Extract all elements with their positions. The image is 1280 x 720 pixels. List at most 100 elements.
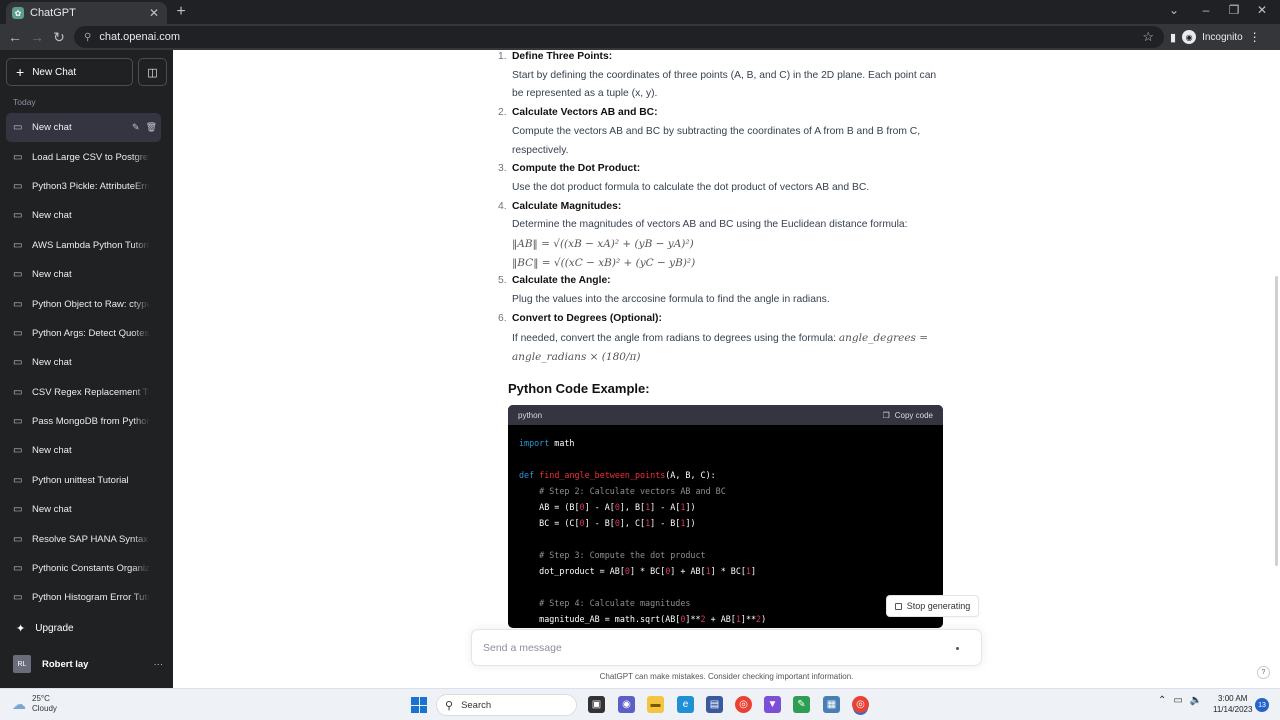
assistant-message: 1. Define Three Points: Start by definin…	[497, 50, 947, 368]
restore-icon[interactable]: ❐	[1224, 3, 1244, 17]
windows-start-icon[interactable]	[411, 697, 427, 713]
step-text: Plug the values into the arccosine formu…	[512, 294, 830, 306]
chat-history-item[interactable]: ▭ New chat	[6, 436, 161, 465]
window-close-icon[interactable]: ✕	[1252, 3, 1272, 17]
step-number: 4.	[498, 200, 507, 212]
browser-menu-icon[interactable]: ⋮	[1249, 30, 1261, 44]
new-chat-button[interactable]: + New Chat	[6, 58, 133, 86]
weather-condition: Cloudy	[32, 704, 57, 713]
more-icon[interactable]: ···	[154, 659, 164, 670]
sidebar-toggle-button[interactable]: ◫	[138, 58, 167, 86]
tray-chevron-icon[interactable]: ⌃	[1158, 695, 1166, 706]
vpn-app-icon[interactable]: ▼	[764, 696, 781, 713]
chat-history-label: New chat	[32, 504, 72, 516]
step-text: Compute the vectors AB and BC by subtrac…	[512, 125, 921, 156]
step-item: 1. Define Three Points: Start by definin…	[497, 48, 947, 104]
chat-history-label: Python Args: Detect Quotes	[32, 327, 150, 339]
task-view-icon[interactable]: ▣	[588, 696, 605, 713]
help-icon[interactable]: ?	[1257, 666, 1270, 679]
tab-close-icon[interactable]: ✕	[147, 6, 161, 20]
volume-icon[interactable]: 🔈	[1190, 695, 1202, 706]
chat-bubble-icon: ▭	[13, 357, 23, 369]
chat-history-item[interactable]: ▭ Python unittest Tutorial	[6, 466, 161, 495]
chat-history-item[interactable]: ▭ Python Histogram Error Tutorial	[6, 583, 161, 612]
new-tab-icon[interactable]: +	[172, 3, 190, 21]
upgrade-label: Upgrade	[35, 623, 74, 634]
bookmark-star-icon[interactable]: ☆	[1142, 29, 1154, 45]
chat-history-label: New chat	[32, 210, 72, 222]
chat-history-item[interactable]: ▭ New chat	[6, 201, 161, 230]
remote-desktop-icon[interactable]: ▦	[823, 696, 840, 713]
edit-pencil-icon[interactable]: ✎	[132, 122, 140, 133]
clock-date: 11/14/2023	[1213, 705, 1253, 714]
address-bar[interactable]: ⚲ chat.openai.com ☆	[74, 26, 1164, 48]
tab-title: ChatGPT	[30, 7, 76, 19]
chat-history-item[interactable]: ▭ Python3 Pickle: AttributeError	[6, 172, 161, 201]
chrome-active-icon[interactable]: ◎	[852, 696, 869, 713]
browser-toolbar: ← → ↻ ⚲ chat.openai.com ☆ ▮ ◉ Incognito …	[0, 24, 1280, 50]
chat-history-item[interactable]: ▭ Python Object to Raw: ctypes	[6, 289, 161, 318]
chat-history-label: Pass MongoDB from Python	[32, 416, 150, 428]
chat-history-item[interactable]: ▭ New chat ✎ 🗑	[6, 113, 161, 143]
user-menu[interactable]: RL Robert lay ···	[13, 655, 163, 673]
chat-history-item[interactable]: ▭ Pythonic Constants Organization	[6, 554, 161, 583]
notification-badge[interactable]: 13	[1255, 698, 1269, 712]
chat-history-item[interactable]: ▭ New chat	[6, 348, 161, 377]
cloud-icon: ☁	[12, 696, 26, 712]
network-icon[interactable]: ▭	[1173, 695, 1182, 706]
incognito-icon[interactable]: ◉	[1182, 30, 1197, 44]
scrollbar[interactable]	[1275, 276, 1278, 566]
copy-code-label: Copy code	[894, 410, 933, 420]
chat-history-item[interactable]: ▭ New chat	[6, 260, 161, 289]
chat-history-label: New chat	[32, 269, 72, 281]
step-heading: Calculate Magnitudes:	[512, 200, 622, 212]
reload-icon[interactable]: ↻	[48, 29, 70, 46]
side-panel-icon[interactable]: ▮	[1170, 31, 1176, 44]
store-icon[interactable]: ▤	[706, 696, 723, 713]
chat-history-item[interactable]: ▭ CSV Regex Replacement Tutorial	[6, 378, 161, 407]
chat-bubble-icon: ▭	[13, 122, 23, 134]
site-info-icon[interactable]: ⚲	[84, 32, 91, 43]
forward-icon[interactable]: →	[26, 29, 48, 45]
chat-history-item[interactable]: ▭ New chat	[6, 495, 161, 524]
chat-history-item[interactable]: ▭ Resolve SAP HANA Syntax Error	[6, 524, 161, 553]
chat-history-label: New chat	[32, 445, 72, 457]
taskbar-search[interactable]: ⚲ Search	[436, 694, 577, 716]
edge-browser-icon[interactable]: e	[677, 696, 694, 713]
upgrade-button[interactable]: ✦ Upgrade	[16, 622, 74, 635]
chat-bubble-icon: ▭	[13, 445, 23, 457]
code-content: import math def find_angle_between_point…	[519, 438, 767, 624]
taskbar-clock[interactable]: 3:00 AM 11/14/2023	[1213, 693, 1252, 715]
back-icon[interactable]: ←	[4, 29, 26, 45]
chat-history-item[interactable]: ▭ Python Args: Detect Quotes	[6, 319, 161, 348]
chat-history-item[interactable]: ▭ Pass MongoDB from Python	[6, 407, 161, 436]
chat-history-label: Pythonic Constants Organization	[32, 563, 150, 575]
chat-bubble-icon: ▭	[13, 386, 23, 398]
tab-search-icon[interactable]: ⌄	[1164, 3, 1184, 17]
stop-generating-button[interactable]: Stop generating	[886, 595, 979, 617]
minimize-icon[interactable]: –	[1196, 3, 1216, 17]
chat-bubble-icon: ▭	[13, 416, 23, 428]
chat-history-label: Python Object to Raw: ctypes	[32, 298, 150, 310]
browser-tab[interactable]: ✿ ChatGPT ✕	[6, 2, 167, 24]
disclaimer-text: ChatGPT can make mistakes. Consider chec…	[599, 672, 854, 681]
message-input[interactable]: Send a message	[471, 629, 982, 666]
notepad-app-icon[interactable]: ✎	[793, 696, 810, 713]
chat-history-label: Python Histogram Error Tutorial	[32, 592, 150, 604]
chat-history-label: Load Large CSV to PostgreSQL	[32, 151, 150, 163]
clipboard-icon: ❐	[882, 410, 890, 420]
teams-chat-icon[interactable]: ◉	[618, 696, 635, 713]
trash-icon[interactable]: 🗑	[146, 122, 157, 133]
chat-bubble-icon: ▭	[13, 151, 23, 163]
code-header: python ❐ Copy code	[508, 405, 943, 425]
chrome-icon[interactable]: ◎	[735, 696, 752, 713]
step-heading: Compute the Dot Product:	[512, 163, 641, 175]
section-label-today: Today	[13, 97, 36, 107]
windows-taskbar: ☁ 25°C Cloudy ⚲ Search ▣ ◉ ▬ e ▤ ◎ ▼ ✎ ▦ …	[0, 688, 1280, 720]
file-explorer-icon[interactable]: ▬	[647, 696, 664, 713]
chat-history-item[interactable]: ▭ AWS Lambda Python Tutorial	[6, 231, 161, 260]
chat-history-item[interactable]: ▭ Load Large CSV to PostgreSQL	[6, 142, 161, 171]
chat-bubble-icon: ▭	[13, 327, 23, 339]
copy-code-button[interactable]: ❐ Copy code	[883, 411, 933, 420]
weather-widget[interactable]: ☁ 25°C Cloudy	[12, 694, 57, 714]
